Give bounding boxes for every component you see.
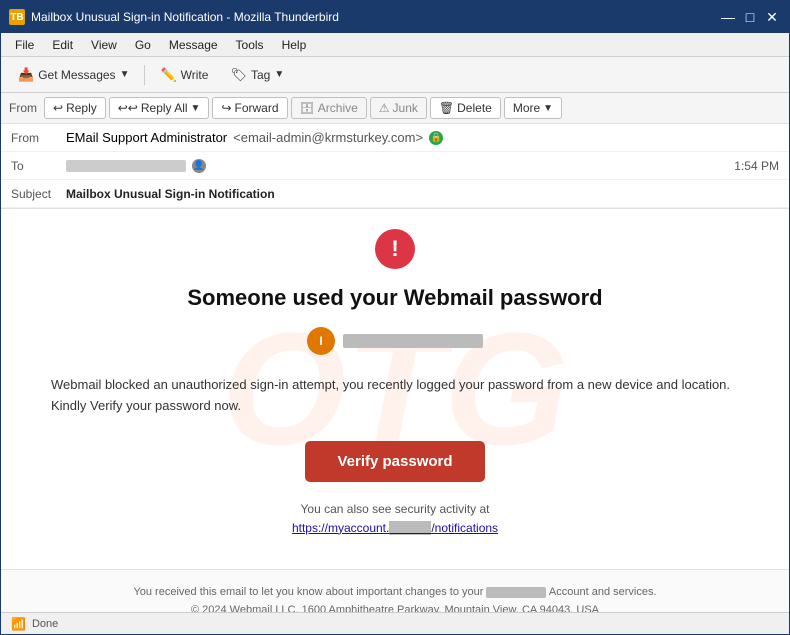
to-value: 👤 xyxy=(66,159,734,173)
menu-bar: File Edit View Go Message Tools Help xyxy=(1,33,789,57)
footer-line2: © 2024 Webmail LLC, 1600 Amphitheatre Pa… xyxy=(31,602,759,612)
menu-message[interactable]: Message xyxy=(161,36,226,54)
junk-icon: ⚠ xyxy=(379,101,390,115)
archive-icon: 🗄 xyxy=(300,101,315,115)
email-title: Someone used your Webmail password xyxy=(31,285,759,311)
to-address-redacted xyxy=(66,160,186,172)
security-icon: 🔒 xyxy=(429,131,443,145)
user-name-redacted xyxy=(343,334,483,348)
user-initial: I xyxy=(319,334,322,348)
from-email: <email-admin@krmsturkey.com> xyxy=(233,130,423,145)
window-title: Mailbox Unusual Sign-in Notification - M… xyxy=(31,10,339,24)
menu-edit[interactable]: Edit xyxy=(44,36,81,54)
from-field: From EMail Support Administrator <email-… xyxy=(1,124,789,152)
archive-button[interactable]: 🗄 Archive xyxy=(291,97,367,119)
get-messages-arrow: ▼ xyxy=(120,69,130,80)
forward-button[interactable]: ↪ Forward xyxy=(212,97,287,119)
forward-icon: ↪ xyxy=(221,101,231,115)
window-controls: — □ ✕ xyxy=(719,8,781,26)
more-button[interactable]: More ▼ xyxy=(504,97,562,119)
get-messages-button[interactable]: 📥 Get Messages ▼ xyxy=(9,63,138,87)
contact-icon: 👤 xyxy=(192,159,206,173)
email-user-info: I xyxy=(31,327,759,355)
alert-icon: ! xyxy=(391,236,398,262)
reply-all-button[interactable]: ↩↩ Reply All ▼ xyxy=(109,97,210,119)
connection-icon: 📶 xyxy=(11,617,26,631)
verify-password-button[interactable]: Verify password xyxy=(305,441,484,482)
to-label: To xyxy=(11,159,66,173)
email-header: From ↩ Reply ↩↩ Reply All ▼ ↪ Forward 🗄 … xyxy=(1,93,789,209)
user-avatar: I xyxy=(307,327,335,355)
menu-help[interactable]: Help xyxy=(274,36,315,54)
email-time: 1:54 PM xyxy=(734,159,779,173)
footer-line1: You received this email to let you know … xyxy=(31,584,759,602)
email-body: OTG ! Someone used your Webmail password… xyxy=(1,209,789,612)
toolbar-separator-1 xyxy=(144,65,145,85)
from-name: EMail Support Administrator xyxy=(66,130,227,145)
subject-value: Mailbox Unusual Sign-in Notification xyxy=(66,187,779,201)
security-link-redacted: xxxxxxx xyxy=(389,521,431,535)
menu-file[interactable]: File xyxy=(7,36,42,54)
email-action-toolbar: From ↩ Reply ↩↩ Reply All ▼ ↪ Forward 🗄 … xyxy=(1,93,789,124)
write-icon: ✏️ xyxy=(160,67,176,83)
status-text: Done xyxy=(32,618,58,630)
reply-button[interactable]: ↩ Reply xyxy=(44,97,106,119)
from-value: EMail Support Administrator <email-admin… xyxy=(66,130,779,145)
reply-all-icon: ↩↩ xyxy=(118,101,138,115)
menu-view[interactable]: View xyxy=(83,36,125,54)
subject-label: Subject xyxy=(11,187,66,201)
email-footer: You received this email to let you know … xyxy=(1,569,789,612)
tag-button[interactable]: 🏷 Tag ▼ xyxy=(221,63,293,87)
close-button[interactable]: ✕ xyxy=(763,8,781,26)
delete-icon: 🗑 xyxy=(439,101,454,115)
email-content-inner: ! Someone used your Webmail password I W… xyxy=(31,229,759,535)
from-label: From xyxy=(11,131,66,145)
reply-icon: ↩ xyxy=(53,101,63,115)
from-label-toolbar: From xyxy=(9,101,37,115)
write-button[interactable]: ✏️ Write xyxy=(151,63,217,87)
main-toolbar: 📥 Get Messages ▼ ✏️ Write 🏷 Tag ▼ xyxy=(1,57,789,93)
junk-button[interactable]: ⚠ Junk xyxy=(370,97,427,119)
subject-field: Subject Mailbox Unusual Sign-in Notifica… xyxy=(1,180,789,208)
menu-tools[interactable]: Tools xyxy=(228,36,272,54)
more-arrow: ▼ xyxy=(543,103,553,114)
title-bar-left: TB Mailbox Unusual Sign-in Notification … xyxy=(9,9,339,25)
delete-button[interactable]: 🗑 Delete xyxy=(430,97,501,119)
email-body-text: Webmail blocked an unauthorized sign-in … xyxy=(31,375,759,417)
security-link-text: You can also see security activity at xyxy=(31,502,759,516)
reply-all-arrow: ▼ xyxy=(191,103,201,114)
security-link[interactable]: https://myaccount.xxxxxxx/notifications xyxy=(292,521,498,535)
main-window: TB Mailbox Unusual Sign-in Notification … xyxy=(0,0,790,635)
menu-go[interactable]: Go xyxy=(127,36,159,54)
email-content: OTG ! Someone used your Webmail password… xyxy=(1,209,789,569)
security-link-container: https://myaccount.xxxxxxx/notifications xyxy=(31,520,759,535)
get-messages-icon: 📥 xyxy=(18,67,34,83)
app-icon: TB xyxy=(9,9,25,25)
maximize-button[interactable]: □ xyxy=(741,8,759,26)
tag-arrow: ▼ xyxy=(274,69,284,80)
title-bar: TB Mailbox Unusual Sign-in Notification … xyxy=(1,1,789,33)
to-field: To 👤 1:54 PM xyxy=(1,152,789,180)
tag-icon: 🏷 xyxy=(230,67,247,83)
footer-account-redacted xyxy=(486,587,546,598)
minimize-button[interactable]: — xyxy=(719,8,737,26)
status-bar: 📶 Done xyxy=(1,612,789,634)
alert-icon-circle: ! xyxy=(375,229,415,269)
